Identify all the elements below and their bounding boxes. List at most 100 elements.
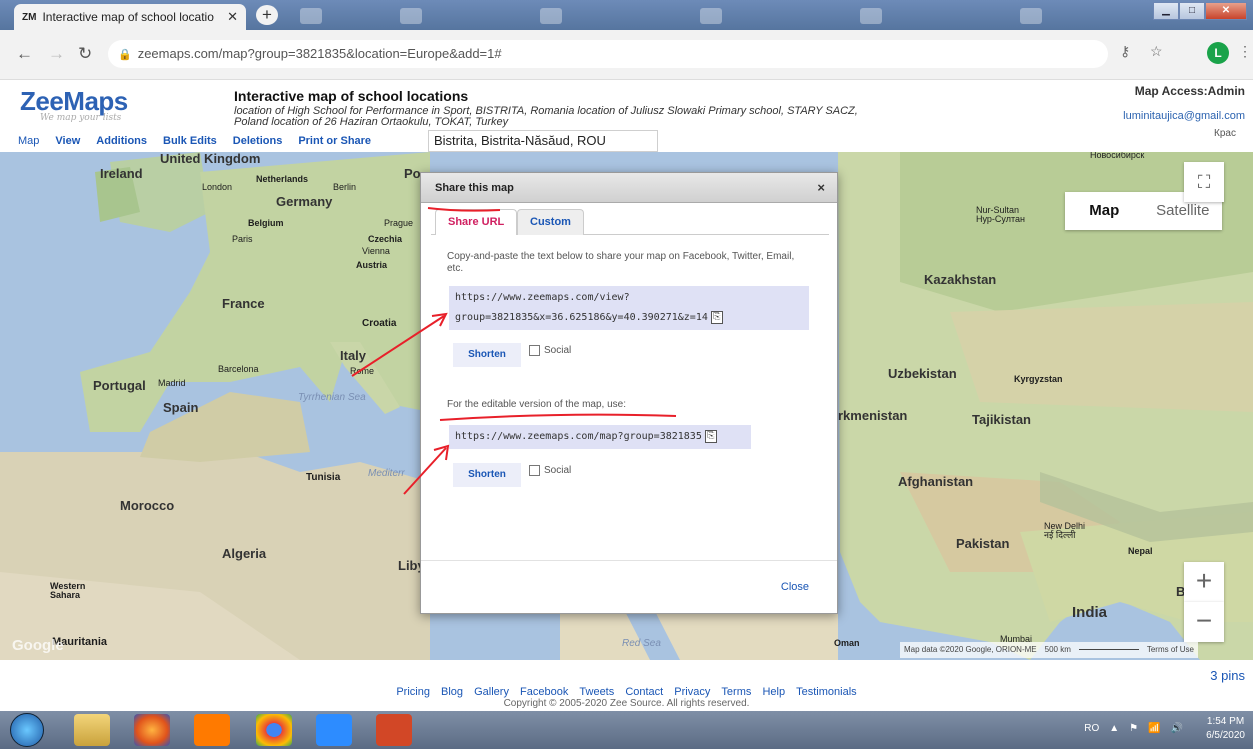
- copy-icon[interactable]: ⎘: [704, 429, 717, 443]
- footer-link-contact[interactable]: Contact: [625, 686, 663, 698]
- zoom-in-button[interactable]: +: [1184, 562, 1224, 602]
- menu-print-or-share[interactable]: Print or Share: [298, 135, 371, 147]
- map-label-tyrrhenian-sea: Tyrrhenian Sea: [298, 392, 366, 403]
- flag-icon[interactable]: ⚑: [1129, 723, 1138, 734]
- scale-label[interactable]: 500 km: [1045, 642, 1071, 658]
- map-label-spain: Spain: [163, 400, 199, 415]
- powerpoint-icon[interactable]: [376, 714, 412, 746]
- footer-link-testimonials[interactable]: Testimonials: [796, 686, 857, 698]
- social-checkbox[interactable]: Social: [529, 345, 571, 356]
- map-label-kazakhstan: Kazakhstan: [924, 272, 997, 287]
- edit-url-text: https://www.zeemaps.com/map?group=382183…: [455, 431, 702, 442]
- menu-additions[interactable]: Additions: [96, 135, 147, 147]
- windows-start-icon[interactable]: [10, 713, 44, 747]
- menu-view[interactable]: View: [55, 135, 80, 147]
- system-clock[interactable]: 1:54 PM 6/5/2020: [1206, 715, 1245, 743]
- map-label-ireland: Ireland: [100, 166, 143, 181]
- browser-tab[interactable]: ZM Interactive map of school locatio ✕: [14, 4, 246, 30]
- show-hidden-icons-icon[interactable]: ▲: [1109, 723, 1119, 734]
- maximize-button[interactable]: □: [1179, 2, 1205, 20]
- blurred-window-icon: [700, 8, 722, 24]
- location-search-input[interactable]: Bistrita, Bistrita-Năsăud, ROU: [428, 130, 658, 152]
- fullscreen-icon[interactable]: ⛶: [1184, 162, 1224, 202]
- map-label-barcelona: Barcelona: [218, 364, 259, 374]
- reload-icon[interactable]: ↻: [78, 44, 92, 64]
- map-label-afghanistan: Afghanistan: [898, 474, 974, 489]
- map-label-morocco: Morocco: [120, 498, 175, 513]
- map-description: location of High School for Performance …: [234, 106, 858, 128]
- system-tray: RO ▲ ⚑ 📶 🔊: [1084, 723, 1183, 734]
- map-label-red-sea: Red Sea: [622, 638, 661, 649]
- menu-map[interactable]: Map: [18, 135, 39, 147]
- footer-link-blog[interactable]: Blog: [441, 686, 463, 698]
- footer-link-pricing[interactable]: Pricing: [396, 686, 430, 698]
- map-label-italy: Italy: [340, 348, 367, 363]
- network-icon[interactable]: 📶: [1148, 723, 1160, 734]
- map-label-prague: Prague: [384, 218, 414, 228]
- social-label: Social: [544, 345, 572, 356]
- forward-arrow-icon[interactable]: →: [48, 44, 65, 64]
- map-label-london: London: [202, 182, 233, 192]
- footer-link-facebook[interactable]: Facebook: [520, 686, 568, 698]
- social-edit-checkbox[interactable]: Social: [529, 465, 571, 476]
- map-label-oman: Oman: [834, 638, 860, 648]
- zeemaps-favicon-icon: ZM: [22, 11, 37, 23]
- new-tab-button[interactable]: +: [256, 5, 278, 25]
- file-explorer-icon[interactable]: [74, 714, 110, 746]
- close-button[interactable]: Close: [781, 581, 809, 593]
- map-type-map-button[interactable]: Map: [1065, 192, 1144, 230]
- dialog-close-icon[interactable]: ×: [817, 173, 825, 203]
- scale-bar: [1078, 642, 1139, 650]
- share-map-dialog: Share this map × Share URL Custom Copy-a…: [420, 172, 838, 614]
- chrome-icon[interactable]: [256, 714, 292, 746]
- edit-url-box[interactable]: https://www.zeemaps.com/map?group=382183…: [449, 425, 751, 449]
- address-bar-row: ← → ↻ 🔒 zeemaps.com/map?group=3821835&loc…: [0, 30, 1253, 80]
- volume-icon[interactable]: 🔊: [1171, 723, 1183, 734]
- zoom-app-icon[interactable]: [316, 714, 352, 746]
- dialog-tabs: Share URL Custom: [431, 209, 829, 235]
- minimize-button[interactable]: ▁: [1153, 2, 1179, 20]
- zoom-out-button[interactable]: −: [1184, 602, 1224, 642]
- checkbox-icon[interactable]: [529, 345, 540, 356]
- menu-dots-icon[interactable]: ⋮: [1238, 43, 1252, 60]
- map-label-tunisia: Tunisia: [306, 472, 341, 483]
- footer-link-help[interactable]: Help: [762, 686, 785, 698]
- footer-link-gallery[interactable]: Gallery: [474, 686, 509, 698]
- firefox-icon[interactable]: [134, 714, 170, 746]
- profile-avatar[interactable]: L: [1207, 42, 1229, 64]
- map-label-tajikistan: Tajikistan: [972, 412, 1032, 427]
- footer-link-terms[interactable]: Terms: [721, 686, 751, 698]
- tagline: We map your lists: [40, 113, 122, 123]
- shorten-button[interactable]: Shorten: [453, 343, 521, 367]
- key-icon[interactable]: ⚷: [1120, 43, 1130, 60]
- map-label-new-delhi: New Delhi नई दिल्ली: [1044, 521, 1086, 540]
- map-label-netherlands: Netherlands: [256, 174, 309, 184]
- map-label-vienna: Vienna: [362, 246, 390, 256]
- menu-deletions[interactable]: Deletions: [233, 135, 283, 147]
- terms-of-use-link[interactable]: Terms of Use: [1147, 642, 1194, 658]
- tab-share-url[interactable]: Share URL: [435, 209, 518, 235]
- star-icon[interactable]: ☆: [1150, 43, 1163, 60]
- footer-link-tweets[interactable]: Tweets: [579, 686, 614, 698]
- share-url-box[interactable]: https://www.zeemaps.com/view? group=3821…: [449, 286, 809, 330]
- blurred-window-icon: [300, 8, 322, 24]
- footer-link-privacy[interactable]: Privacy: [674, 686, 710, 698]
- page-footer: Pricing Blog Gallery Facebook Tweets Con…: [0, 686, 1253, 709]
- pins-count-link[interactable]: 3 pins: [1210, 668, 1245, 683]
- shorten-edit-button[interactable]: Shorten: [453, 463, 521, 487]
- url-field[interactable]: 🔒 zeemaps.com/map?group=3821835&location=…: [108, 40, 1108, 68]
- map-label-algeria: Algeria: [222, 546, 267, 561]
- orange-app-icon[interactable]: [194, 714, 230, 746]
- map-label-nur-sultan: Nur-Sultan Нур-Султан: [976, 205, 1025, 224]
- map-label-pakistan: Pakistan: [956, 536, 1010, 551]
- close-tab-icon[interactable]: ✕: [227, 9, 238, 25]
- checkbox-icon[interactable]: [529, 465, 540, 476]
- tab-custom[interactable]: Custom: [517, 209, 584, 235]
- user-email-link[interactable]: luminitaujica@gmail.com: [1123, 110, 1245, 122]
- language-indicator[interactable]: RO: [1084, 723, 1099, 734]
- map-access-label: Map Access:Admin: [1134, 84, 1245, 98]
- menu-bulk-edits[interactable]: Bulk Edits: [163, 135, 217, 147]
- close-window-button[interactable]: ✕: [1205, 2, 1247, 20]
- back-arrow-icon[interactable]: ←: [16, 44, 33, 64]
- copy-icon[interactable]: ⎘: [710, 310, 723, 324]
